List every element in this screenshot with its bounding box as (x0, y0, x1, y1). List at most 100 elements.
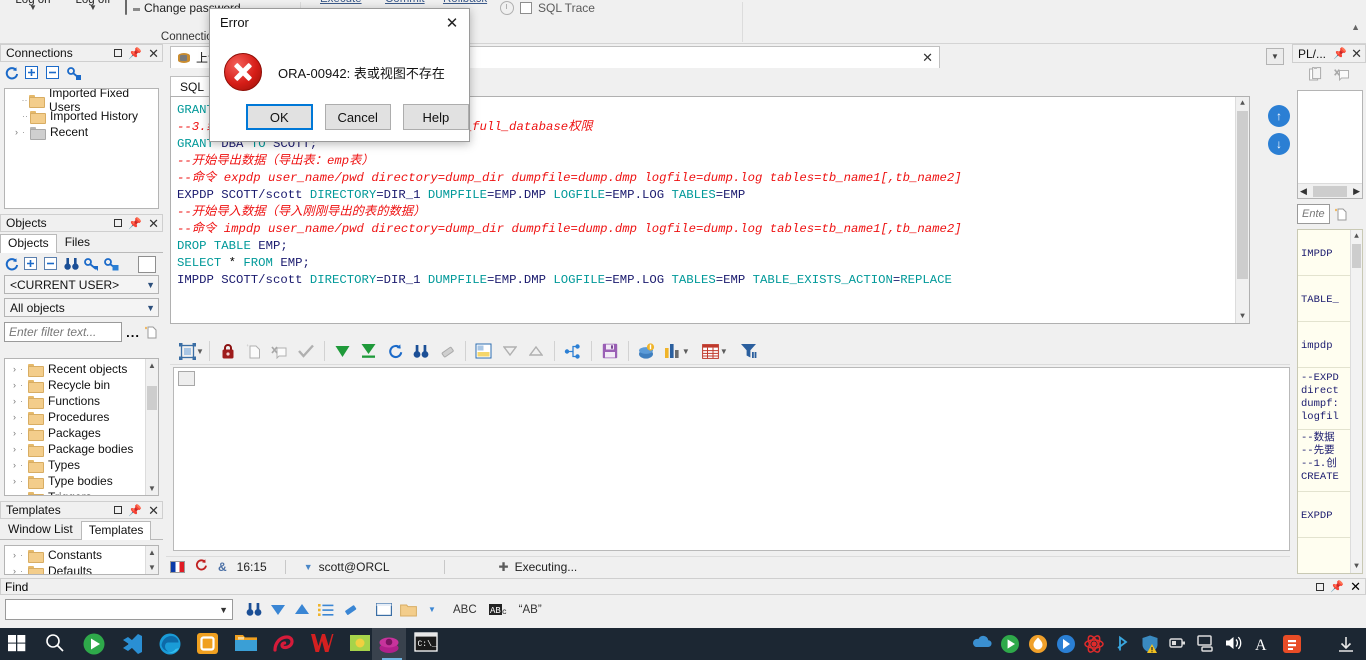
refresh-icon[interactable] (4, 66, 19, 81)
explain-plan-icon[interactable] (471, 338, 497, 364)
tree-item[interactable]: › · Functions (5, 393, 145, 409)
scroll-thumb[interactable] (1313, 185, 1347, 197)
maximize-icon[interactable] (114, 506, 123, 514)
media-icon[interactable] (1000, 634, 1020, 654)
pl-sql-developer-icon[interactable] (377, 632, 401, 656)
scroll-up-icon[interactable]: ▲ (146, 359, 158, 372)
tree-item[interactable]: › · Recent objects (5, 361, 145, 377)
window-icon[interactable] (375, 601, 393, 619)
expand-all-icon[interactable] (24, 256, 39, 272)
usb-icon[interactable] (1168, 634, 1188, 654)
right-panel-hscroll[interactable]: ◀ ▶ (1298, 183, 1362, 198)
snippet-item[interactable]: TABLE_ (1298, 276, 1350, 322)
app-square-icon[interactable] (196, 632, 220, 656)
tree-item[interactable]: ·· Imported Fixed Users (5, 89, 158, 114)
blue-app-icon[interactable] (1056, 634, 1076, 654)
collapse-all-icon[interactable] (44, 256, 59, 272)
search-binoculars-icon[interactable] (64, 257, 79, 272)
grid-dropdown-caret[interactable]: ▼ (720, 347, 728, 356)
tree-item[interactable]: › · Constants (5, 547, 145, 563)
folder-icon[interactable] (399, 601, 417, 619)
cmd-icon[interactable]: C:\_ (414, 632, 438, 656)
flame-icon[interactable] (1028, 634, 1048, 654)
tab-list-dropdown-icon[interactable]: ▼ (1266, 48, 1284, 65)
chevron-down-icon[interactable]: ▼ (146, 303, 155, 313)
session-execute-button[interactable]: Execute (320, 0, 362, 5)
maximize-icon[interactable] (114, 49, 123, 57)
tab-window-list[interactable]: Window List (0, 520, 81, 539)
objects-filter-more-button[interactable]: ... (126, 325, 140, 340)
connection-dropdown-icon[interactable]: ▼ (304, 562, 313, 572)
tree-arrow-icon[interactable]: › (11, 127, 22, 137)
ribbon-collapse-icon[interactable]: ▲ (1351, 22, 1360, 32)
tab-objects[interactable]: Objects (0, 234, 57, 253)
cancel-button[interactable]: Cancel (324, 104, 391, 130)
scroll-to-bottom-button[interactable]: ↓ (1268, 133, 1290, 155)
scroll-thumb[interactable] (1352, 244, 1361, 268)
tree-item[interactable]: › · Packages (5, 425, 145, 441)
session-status-icon[interactable] (194, 558, 208, 575)
chart-dropdown-caret[interactable]: ▼ (682, 347, 690, 356)
search-icon[interactable] (44, 632, 68, 656)
help-button[interactable]: Help (402, 104, 469, 130)
lock-icon[interactable] (215, 338, 241, 364)
snippet-item[interactable]: --EXPD direct dumpf: logfil (1298, 368, 1350, 430)
tree-arrow-icon[interactable]: › (9, 460, 20, 470)
find-input[interactable]: ▼ (5, 599, 233, 620)
objects-options-button[interactable] (138, 255, 156, 273)
windows-start-icon[interactable] (6, 632, 30, 656)
templates-tree[interactable]: › · Constants › · Defaults ▲ ▼ (4, 545, 159, 575)
execute-dropdown-caret[interactable]: ▼ (196, 347, 204, 356)
close-icon[interactable]: ✕ (148, 504, 159, 517)
navicat-icon[interactable] (272, 632, 296, 656)
object-type-combo[interactable]: All objects ▼ (4, 298, 159, 317)
tree-item[interactable]: › · Package bodies (5, 441, 145, 457)
expand-all-icon[interactable] (25, 65, 40, 81)
connections-tree[interactable]: ·· Imported Fixed Users ·· Imported Hist… (4, 88, 159, 209)
object-browser-lock-icon[interactable] (104, 257, 119, 272)
scroll-down-icon[interactable]: ▼ (146, 561, 158, 574)
snippet-item[interactable]: --数据 --先要 --1.创 CREATE (1298, 430, 1350, 492)
db-info-icon[interactable] (634, 338, 660, 364)
tree-arrow-icon[interactable]: › (9, 380, 20, 390)
tree-arrow-icon[interactable]: › (9, 566, 20, 574)
tree-item[interactable]: › · Types (5, 457, 145, 473)
session-rollback-button[interactable]: Rollback (443, 0, 487, 5)
eraser-icon[interactable] (341, 601, 359, 619)
tree-item[interactable]: ·· Imported History (5, 108, 158, 124)
snippet-item[interactable]: impdp (1298, 322, 1350, 368)
scroll-down-icon[interactable]: ▼ (1236, 310, 1249, 323)
scroll-to-top-button[interactable]: ↑ (1268, 105, 1290, 127)
tree-arrow-icon[interactable]: › (9, 492, 20, 495)
close-icon[interactable]: ✕ (148, 47, 159, 60)
right-panel-filter-input[interactable]: Ente (1297, 204, 1330, 224)
tree-item[interactable]: › · Procedures (5, 409, 145, 425)
volume-icon[interactable] (1224, 634, 1244, 654)
maximize-icon[interactable] (1316, 582, 1325, 591)
copy-icon[interactable] (1309, 66, 1324, 82)
tree-arrow-icon[interactable]: › (9, 396, 20, 406)
results-grid[interactable] (173, 367, 1290, 551)
pin-icon[interactable]: 📌 (1333, 47, 1347, 60)
scroll-thumb[interactable] (147, 386, 157, 410)
snippet-list[interactable]: IMPDP TABLE_ impdp --EXPD direct dumpf: … (1297, 229, 1363, 574)
tree-arrow-icon[interactable]: › (9, 550, 20, 560)
folder-dropdown-caret[interactable]: ▼ (423, 601, 441, 619)
tree-item[interactable]: › · Recycle bin (5, 377, 145, 393)
atom-icon[interactable] (1084, 634, 1104, 654)
sql-trace-checkbox-row[interactable]: SQL Trace (500, 1, 595, 15)
new-sheet-icon[interactable] (241, 338, 267, 364)
object-browser-filter-icon[interactable] (84, 257, 99, 272)
last-page-icon[interactable] (356, 338, 382, 364)
snippet-item[interactable]: IMPDP (1298, 230, 1350, 276)
objects-tree-scrollbar[interactable]: ▲ ▼ (145, 359, 158, 495)
right-panel-list[interactable]: ◀ ▶ (1297, 90, 1363, 199)
tree-arrow-icon[interactable]: › (9, 476, 20, 486)
tree-view-icon[interactable] (560, 338, 586, 364)
maximize-icon[interactable] (114, 219, 123, 227)
chevron-down-icon[interactable]: ▼ (219, 605, 228, 615)
scroll-up-icon[interactable]: ▲ (146, 546, 158, 559)
clear-sheet-icon[interactable] (267, 338, 293, 364)
clear-icon[interactable] (1334, 67, 1349, 82)
file-explorer-icon[interactable] (234, 632, 258, 656)
